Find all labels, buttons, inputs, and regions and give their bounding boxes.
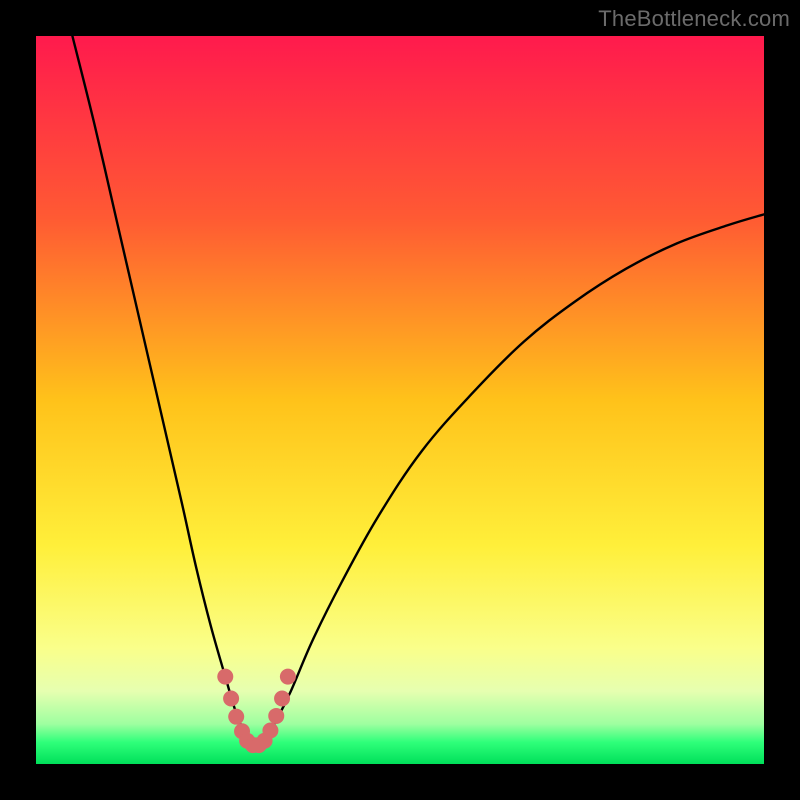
cluster-dot (223, 690, 239, 706)
cluster-dot (280, 669, 296, 685)
cluster-dot (217, 669, 233, 685)
outer-frame: TheBottleneck.com (0, 0, 800, 800)
cluster-dot (262, 723, 278, 739)
bottleneck-curve (72, 36, 764, 746)
cluster-dot (274, 690, 290, 706)
cluster-dot (228, 709, 244, 725)
dot-cluster (217, 669, 296, 753)
plot-area (36, 36, 764, 764)
curve-layer (36, 36, 764, 764)
cluster-dot (268, 708, 284, 724)
watermark-text: TheBottleneck.com (598, 6, 790, 32)
